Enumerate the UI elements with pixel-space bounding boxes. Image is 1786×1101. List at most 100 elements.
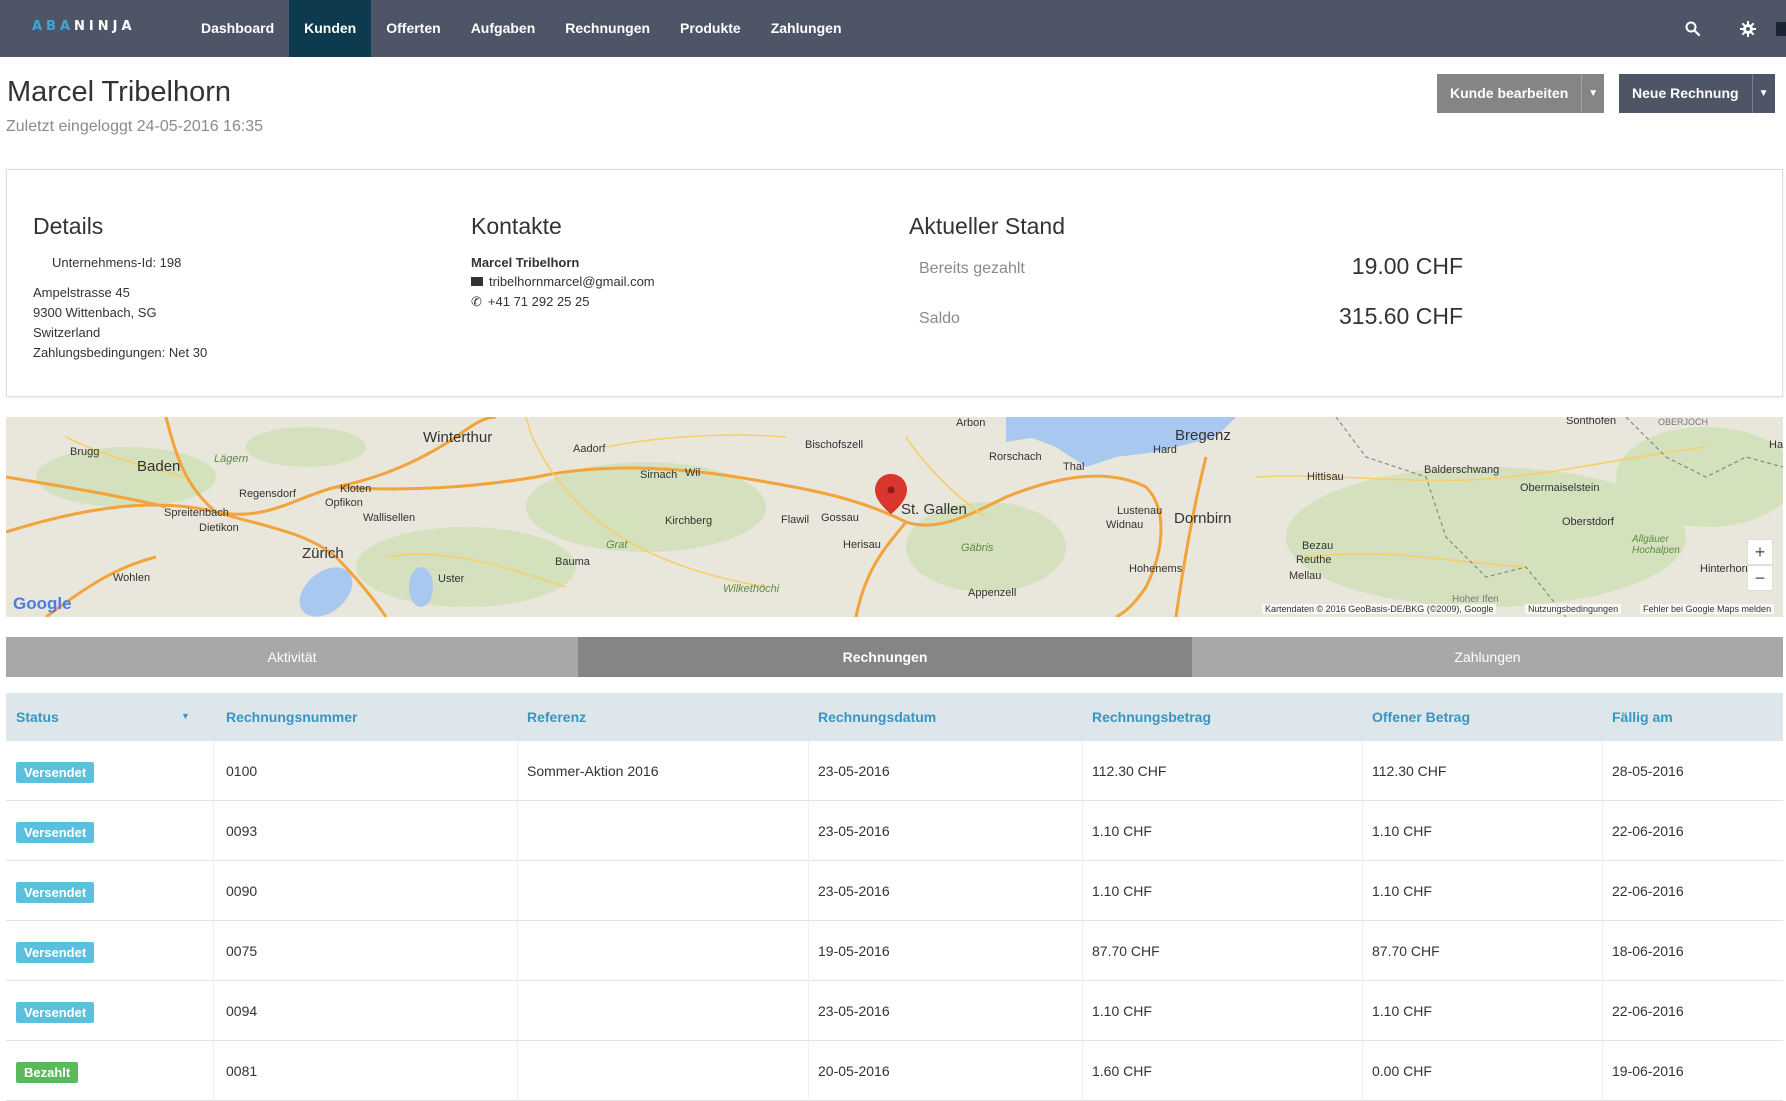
column-divider xyxy=(517,1041,518,1101)
column-divider xyxy=(1602,1041,1603,1101)
map-label-oberstdorf: Oberstdorf xyxy=(1562,516,1614,528)
cell-amount: 1.10 CHF xyxy=(1092,1003,1152,1019)
paid-value: 19.00 CHF xyxy=(1351,253,1463,279)
zoom-out-button[interactable]: − xyxy=(1747,565,1773,591)
cell-amount: 112.30 CHF xyxy=(1092,763,1167,779)
logo[interactable]: ABANINJA xyxy=(32,19,136,34)
map-label-hard: Hard xyxy=(1153,444,1177,456)
invoices-table: Status ▼ Rechnungsnummer Referenz Rechnu… xyxy=(6,693,1783,1101)
table-row[interactable]: Versendet 0093 23-05-2016 1.10 CHF 1.10 CHF 2… xyxy=(6,801,1783,861)
gear-icon[interactable] xyxy=(1720,0,1776,57)
map-label-oberjoch: OBERJOCH xyxy=(1658,417,1709,427)
edit-customer-button-group: Kunde bearbeiten ▼ xyxy=(1437,74,1605,113)
column-header-number[interactable]: Rechnungsnummer xyxy=(226,693,357,741)
column-divider xyxy=(1082,741,1083,801)
nav-rechnungen[interactable]: Rechnungen xyxy=(550,0,665,57)
cell-number[interactable]: 0100 xyxy=(226,741,257,801)
edit-customer-button[interactable]: Kunde bearbeiten xyxy=(1437,74,1582,113)
sort-desc-icon[interactable]: ▼ xyxy=(181,711,190,721)
column-header-open-amount[interactable]: Offener Betrag xyxy=(1372,693,1470,741)
nav-produkte[interactable]: Produkte xyxy=(665,0,756,57)
balance-value: 315.60 CHF xyxy=(1338,303,1463,329)
caret-down-icon: ▼ xyxy=(1758,88,1769,99)
tab-payments[interactable]: Zahlungen xyxy=(1192,637,1783,677)
map-terms-link[interactable]: Nutzungsbedingungen xyxy=(1525,604,1622,614)
contact-phone-row: ✆ +41 71 292 25 25 xyxy=(471,294,589,310)
status-badge: Versendet xyxy=(16,882,95,903)
nav-dashboard[interactable]: Dashboard xyxy=(186,0,289,57)
column-divider xyxy=(1602,741,1603,801)
cell-number[interactable]: 0093 xyxy=(226,801,257,861)
map-label-gossau: Gossau xyxy=(821,512,859,524)
map-label-brugg: Brugg xyxy=(70,446,100,458)
customer-location-map[interactable]: Winterthur Brugg Baden Lägern Regensdorf… xyxy=(6,417,1783,617)
map-label-bischofszell: Bischofszell xyxy=(805,439,864,451)
nav-offerten[interactable]: Offerten xyxy=(371,0,455,57)
map-label-wil: Wil xyxy=(685,467,701,479)
map-report-link[interactable]: Fehler bei Google Maps melden xyxy=(1640,604,1775,614)
user-menu-edge[interactable] xyxy=(1776,21,1786,36)
edit-customer-dropdown-toggle[interactable]: ▼ xyxy=(1581,74,1605,113)
map-label-grat: Grat xyxy=(606,539,628,551)
cell-number[interactable]: 0081 xyxy=(226,1041,257,1101)
cell-due: 19-06-2016 xyxy=(1612,1063,1684,1079)
new-invoice-dropdown-toggle[interactable]: ▼ xyxy=(1751,74,1775,113)
column-divider xyxy=(1602,861,1603,921)
customer-tabs: Aktivität Rechnungen Zahlungen xyxy=(6,637,1783,677)
column-divider xyxy=(1082,801,1083,861)
cell-number[interactable]: 0075 xyxy=(226,921,257,981)
tab-activity[interactable]: Aktivität xyxy=(6,637,578,677)
cell-amount: 1.60 CHF xyxy=(1092,1063,1152,1079)
column-header-invoice-amount[interactable]: Rechnungsbetrag xyxy=(1092,693,1211,741)
map-label-lustenau: Lustenau xyxy=(1117,505,1163,517)
column-header-invoice-date[interactable]: Rechnungsdatum xyxy=(818,693,936,741)
search-icon[interactable] xyxy=(1664,0,1720,57)
map-label-baden: Baden xyxy=(137,458,181,475)
map-label-arbon: Arbon xyxy=(956,417,986,429)
cell-date: 19-05-2016 xyxy=(818,943,890,959)
column-divider xyxy=(1082,861,1083,921)
column-divider xyxy=(213,861,214,921)
new-invoice-button[interactable]: Neue Rechnung xyxy=(1619,74,1752,113)
contact-name: Marcel Tribelhorn xyxy=(471,255,580,270)
table-row[interactable]: Versendet 0094 23-05-2016 1.10 CHF 1.10 CHF 2… xyxy=(6,981,1783,1041)
logo-part-ninja: NINJA xyxy=(74,19,136,34)
map-label-appenzell: Appenzell xyxy=(968,587,1017,599)
column-divider xyxy=(1362,801,1363,861)
zoom-in-button[interactable]: + xyxy=(1747,539,1773,565)
column-header-due-date[interactable]: Fällig am xyxy=(1612,693,1673,741)
table-row[interactable]: Bezahlt 0081 20-05-2016 1.60 CHF 0.00 CHF 19-… xyxy=(6,1041,1783,1101)
table-row[interactable]: Versendet 0100 Sommer-Aktion 2016 23-05-201… xyxy=(6,741,1783,801)
contact-email[interactable]: tribelhornmarcel@gmail.com xyxy=(489,274,655,289)
column-header-reference[interactable]: Referenz xyxy=(527,693,586,741)
table-row[interactable]: Versendet 0090 23-05-2016 1.10 CHF 1.10 CHF 2… xyxy=(6,861,1783,921)
nav-aufgaben[interactable]: Aufgaben xyxy=(456,0,551,57)
column-header-status[interactable]: Status xyxy=(16,693,59,741)
table-row[interactable]: Versendet 0075 19-05-2016 87.70 CHF 87.70 CH… xyxy=(6,921,1783,981)
status-badge: Versendet xyxy=(16,762,95,783)
cell-amount: 1.10 CHF xyxy=(1092,823,1152,839)
cell-date: 20-05-2016 xyxy=(818,1063,890,1079)
cell-number[interactable]: 0090 xyxy=(226,861,257,921)
map-label-bezau: Bezau xyxy=(1302,540,1334,552)
nav-zahlungen[interactable]: Zahlungen xyxy=(756,0,857,57)
map-label-balderschwang: Balderschwang xyxy=(1424,464,1500,476)
map-label-allgauer-hochalpen: Allgäuer Hochalpen xyxy=(1632,534,1680,556)
cell-due: 22-06-2016 xyxy=(1612,883,1684,899)
column-divider xyxy=(517,741,518,801)
column-divider xyxy=(213,921,214,981)
cell-number[interactable]: 0094 xyxy=(226,981,257,1041)
column-divider xyxy=(808,921,809,981)
column-divider xyxy=(808,981,809,1041)
map-label-obermaiselstein: Obermaiselstein xyxy=(1520,482,1600,494)
cell-open: 1.10 CHF xyxy=(1372,883,1432,899)
cell-open: 87.70 CHF xyxy=(1372,943,1440,959)
tab-invoices[interactable]: Rechnungen xyxy=(578,637,1192,677)
map-label-reuthe: Reuthe xyxy=(1296,554,1332,566)
nav-kunden[interactable]: Kunden xyxy=(289,0,372,57)
map-label-mellau: Mellau xyxy=(1289,570,1322,582)
status-badge: Versendet xyxy=(16,822,95,843)
map-label-lagern: Lägern xyxy=(214,453,249,465)
map-label-herisau: Herisau xyxy=(843,539,881,551)
details-title: Details xyxy=(33,213,104,239)
